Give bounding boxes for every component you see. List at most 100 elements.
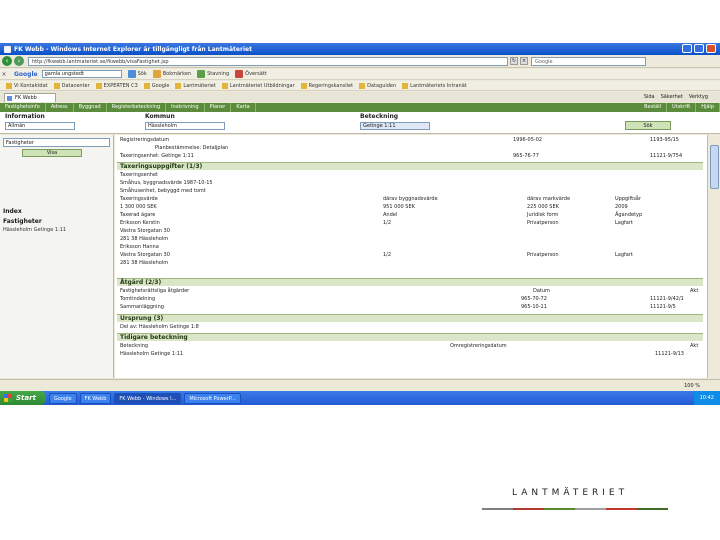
atgard-header: Fastighetsrättsliga åtgärder	[120, 288, 190, 294]
google-toolbar: × Google gamla ungstedt Sök Bokmärken St…	[0, 69, 720, 80]
close-button[interactable]	[706, 44, 716, 53]
nav-bestall[interactable]: Beställ	[639, 103, 668, 112]
forward-icon[interactable]: ›	[14, 56, 24, 66]
url-input[interactable]: http://fkwebb.lantmateriet.se/fkwebb/vis…	[28, 56, 508, 66]
nav-karta[interactable]: Karta	[231, 103, 256, 112]
logo-text: LANTMÄTERIET	[512, 488, 629, 498]
nav-fastighetsinfo[interactable]: Fastighetsinfo	[0, 103, 46, 112]
favorite-item[interactable]: Lantmäteriet	[175, 82, 216, 89]
stop-icon[interactable]: ×	[520, 57, 528, 65]
google-logo: Google	[14, 70, 38, 78]
favorite-icon	[175, 82, 182, 89]
section-ursprung[interactable]: Ursprung (3)	[117, 314, 703, 322]
start-button[interactable]: Start	[0, 391, 46, 405]
taxering-line: Småhus, byggnadsvärde 1987-10-15	[120, 180, 213, 186]
nav-right-group: Beställ Utskrift Hjälp	[639, 103, 720, 112]
favorite-item[interactable]: Lantmäteriets Intranät	[402, 82, 467, 89]
detail-date: 965-76-77	[513, 153, 539, 159]
nav-adress[interactable]: Adress	[46, 103, 74, 112]
nav-planer[interactable]: Planer	[205, 103, 232, 112]
nav-registerbeteckning[interactable]: Registerbeteckning	[107, 103, 167, 112]
favorite-icon	[221, 82, 228, 89]
search-button[interactable]: Sök	[625, 121, 671, 130]
zoom-level[interactable]: 100 %	[684, 383, 700, 389]
safety-menu[interactable]: Säkerhet	[661, 94, 683, 100]
taxering-line: 281 38 Hässleholm	[120, 260, 169, 266]
taskbar-task[interactable]: FK Webb - Windows I...	[114, 392, 182, 404]
vertical-scrollbar[interactable]	[707, 135, 720, 378]
kommun-input[interactable]: Hässleholm	[145, 122, 225, 130]
google-toolbar-item[interactable]: Stavning	[207, 71, 229, 77]
atgard-col-datum: Datum	[533, 288, 550, 294]
beteckning-label: Beteckning	[360, 113, 399, 120]
taxering-col-header: därav byggnadsvärde	[383, 196, 438, 202]
beteckning-input[interactable]: Getinge 1:11	[360, 122, 430, 130]
taskbar-task[interactable]: Microsoft PowerP...	[184, 392, 241, 404]
ursprung-row: Del av: Hässleholm Getinge 1:8	[120, 324, 199, 330]
refresh-icon[interactable]: ↻	[510, 57, 518, 65]
taskbar-task[interactable]: FK Webb	[79, 392, 112, 404]
sidebar-select[interactable]: Fastigheter	[3, 138, 110, 147]
back-icon[interactable]: ‹	[2, 56, 12, 66]
fastigheter-label: Fastigheter	[3, 218, 42, 225]
taxering-col-header: Uppgiftsår	[615, 196, 641, 202]
scrollbar-thumb[interactable]	[710, 145, 719, 189]
nav-hjalp[interactable]: Hjälp	[696, 103, 720, 112]
google-toolbar-item[interactable]: Översätt	[245, 71, 267, 77]
favorite-item[interactable]: Datacenter	[53, 82, 90, 89]
taxering-col-value: 951 000 SEK	[383, 204, 415, 210]
address-bar: ‹ › http://fkwebb.lantmateriet.se/fkwebb…	[0, 55, 720, 68]
taxering-col-value: Privatperson	[527, 220, 559, 226]
search-go-icon[interactable]	[127, 70, 136, 78]
sidebar: Fastigheter Visa Index Fastigheter Hässl…	[0, 135, 114, 378]
atgard-col-akt: Akt	[690, 288, 699, 294]
page-menu[interactable]: Sida	[644, 94, 655, 100]
favorite-icon	[6, 82, 12, 89]
favorite-item[interactable]: Regeringskansliet	[300, 82, 353, 89]
section-tidigare-beteckning[interactable]: Tidigare beteckning	[117, 333, 703, 341]
taskbar-task[interactable]: Google	[48, 392, 77, 404]
tools-menu[interactable]: Verktyg	[689, 94, 708, 100]
spellcheck-icon[interactable]	[197, 70, 206, 78]
taxering-line: Småhusenhet, bebyggd med tomt	[120, 188, 206, 194]
taxering-line: Taxeringsenhet	[120, 172, 159, 178]
detail-row: Planbestämmelse: Detaljplan	[155, 145, 229, 151]
detail-row: Registreringsdatum	[120, 137, 170, 143]
google-search-input[interactable]: gamla ungstedt	[41, 70, 122, 78]
nav-utskrift[interactable]: Utskrift	[667, 103, 697, 112]
section-atgard[interactable]: Åtgärd (2/3)	[117, 278, 703, 286]
google-toolbar-item[interactable]: Bokmärken	[163, 71, 191, 77]
taxering-col-header: Ägandetyp	[615, 212, 643, 218]
browser-screenshot: FK Webb - Windows Internet Explorer är t…	[0, 43, 720, 405]
visa-button[interactable]: Visa	[22, 149, 82, 157]
sidebar-item-fastighet[interactable]: Hässleholm Getinge 1:11	[3, 227, 66, 233]
kommun-label: Kommun	[145, 113, 175, 120]
tidigare-col-akt: Akt	[690, 343, 699, 349]
translate-icon[interactable]	[235, 70, 244, 78]
favorite-item[interactable]: Google	[143, 82, 169, 89]
favorite-item[interactable]: Dataguiden	[359, 82, 396, 89]
nav-inskrivning[interactable]: Inskrivning	[166, 103, 205, 112]
information-select[interactable]: Allmän	[5, 122, 75, 130]
bookmark-icon[interactable]	[152, 70, 161, 78]
tab-fk-webb[interactable]: FK Webb	[4, 92, 56, 102]
ie-search-input[interactable]: Google	[531, 56, 646, 66]
section-taxering[interactable]: Taxeringsuppgifter (1/3)	[117, 162, 703, 170]
browser-tabs: FK Webb Sida Säkerhet Verktyg	[0, 92, 720, 102]
google-toolbar-item[interactable]: Sök	[138, 71, 147, 77]
favorite-icon	[402, 82, 409, 89]
status-bar: 100 %	[0, 379, 720, 391]
minimize-button[interactable]	[682, 44, 692, 53]
atgard-row: Tomtindelning	[120, 296, 156, 302]
nav-byggnad[interactable]: Byggnad	[74, 103, 107, 112]
favorite-item[interactable]: Vi Kontaktdat	[6, 82, 48, 89]
taxering-line: Taxeringsvärde	[120, 196, 158, 202]
favorite-item[interactable]: Lantmäteriet Utbildningar	[221, 82, 295, 89]
taxering-line: 281 38 Hässleholm	[120, 236, 169, 242]
favorite-item[interactable]: EXPERTEN C3	[95, 82, 138, 89]
detail-row: Taxeringsenhet: Getinge 1:11	[120, 153, 194, 159]
window-title: FK Webb - Windows Internet Explorer är t…	[14, 45, 252, 53]
close-toolbar-icon[interactable]: ×	[0, 71, 8, 78]
atgard-akt: 11121-9/5	[650, 304, 676, 310]
maximize-button[interactable]	[694, 44, 704, 53]
